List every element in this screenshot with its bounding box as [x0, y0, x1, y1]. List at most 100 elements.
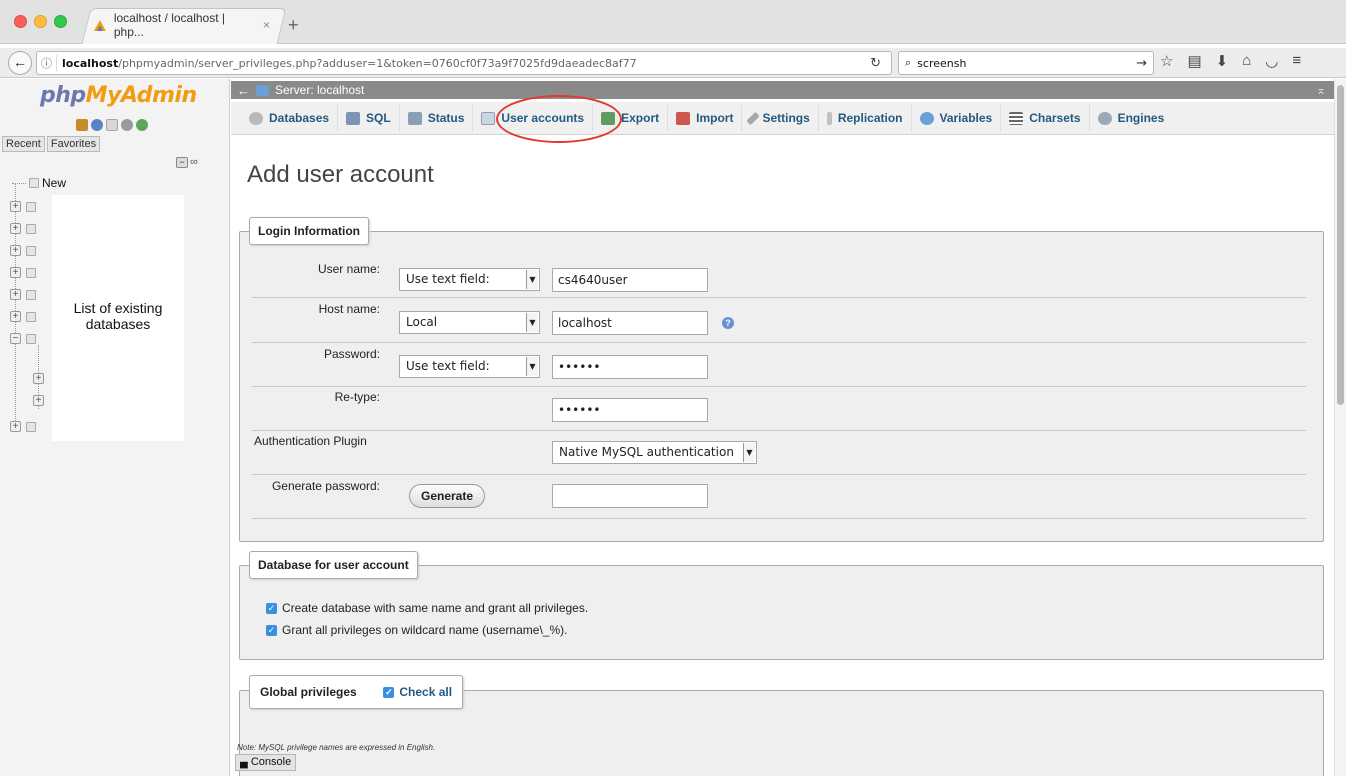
recent-tab[interactable]: Recent: [2, 136, 45, 152]
tab-engines[interactable]: Engines: [1090, 105, 1173, 131]
page-scrollbar[interactable]: [1334, 79, 1346, 776]
tab-sql[interactable]: SQL: [338, 105, 400, 131]
auth-plugin-row: Authentication Plugin Native MySQL authe…: [252, 431, 1306, 475]
reload-nav-icon[interactable]: [136, 119, 148, 131]
grant-wildcard-option[interactable]: ✓ Grant all privileges on wildcard name (…: [266, 623, 567, 637]
info-icon[interactable]: ⓘ: [37, 55, 57, 71]
database-legend: Database for user account: [249, 551, 418, 579]
tab-status[interactable]: Status: [400, 105, 474, 131]
chevron-down-icon: ▼: [526, 357, 538, 376]
favorites-tab[interactable]: Favorites: [46, 136, 101, 152]
database-fieldset: ✓ Create database with same name and gran…: [239, 565, 1324, 660]
expand-icon[interactable]: +: [33, 373, 44, 384]
search-go-icon[interactable]: →: [1136, 56, 1147, 71]
scroll-thumb[interactable]: [1337, 85, 1344, 405]
new-tab-button[interactable]: +: [288, 15, 299, 36]
expand-icon[interactable]: +: [10, 289, 21, 300]
server-label[interactable]: Server: localhost: [275, 83, 364, 97]
retype-input[interactable]: ••••••: [552, 398, 708, 422]
global-privileges-legend: Global privileges ✓ Check all: [249, 675, 464, 709]
tab-databases[interactable]: Databases: [241, 105, 339, 131]
expand-icon[interactable]: +: [10, 421, 21, 432]
browser-tab-content[interactable]: localhost / localhost | php... ×: [92, 11, 276, 39]
tab-close-icon[interactable]: ×: [263, 18, 270, 32]
expand-icon[interactable]: +: [10, 267, 21, 278]
username-row: User name: Use text field: ▼ cs4640user: [252, 254, 1306, 298]
chevron-down-icon: ▼: [526, 270, 538, 289]
database-icon: [26, 202, 36, 212]
scroll-top-icon[interactable]: ⌅: [1316, 83, 1326, 97]
database-icon: [26, 246, 36, 256]
tab-replication[interactable]: Replication: [819, 105, 912, 131]
tab-settings[interactable]: Settings: [742, 105, 819, 131]
top-menu: Databases SQL Status User accounts Expor…: [231, 102, 1334, 135]
home-icon[interactable]: ⌂: [1242, 52, 1251, 70]
expand-icon[interactable]: +: [10, 311, 21, 322]
console-icon: ▄: [240, 756, 248, 768]
password-mode-select[interactable]: Use text field: ▼: [399, 355, 540, 378]
main-panel: ← Server: localhost ⌅ Databases SQL Stat…: [231, 79, 1334, 776]
global-privileges-title: Global privileges: [260, 685, 357, 699]
username-mode-select[interactable]: Use text field: ▼: [399, 268, 540, 291]
search-icon: ⌕: [905, 56, 912, 69]
generate-button[interactable]: Generate: [409, 484, 485, 508]
tab-import[interactable]: Import: [668, 105, 743, 131]
close-window-button[interactable]: [14, 15, 27, 28]
expand-icon[interactable]: +: [33, 395, 44, 406]
auth-plugin-select[interactable]: Native MySQL authentication ▼: [552, 441, 757, 464]
charsets-icon: [1009, 111, 1024, 125]
tab-variables[interactable]: Variables: [912, 105, 1002, 131]
help-icon[interactable]: ?: [722, 317, 734, 329]
checkbox-checked-icon[interactable]: ✓: [383, 687, 395, 699]
hostname-label: Host name:: [318, 302, 380, 316]
auth-plugin-label: Authentication Plugin: [254, 434, 367, 448]
search-input[interactable]: ⌕ screensh →: [898, 51, 1154, 75]
database-list-annotation: List of existing databases: [73, 300, 163, 332]
collapse-all-icon[interactable]: −: [176, 156, 188, 168]
console-button[interactable]: ▄ Console: [235, 754, 297, 771]
login-information-fieldset: User name: Use text field: ▼ cs4640user H…: [239, 231, 1324, 542]
database-icon: [26, 268, 36, 278]
database-icon: [26, 422, 36, 432]
tab-charsets[interactable]: Charsets: [1001, 105, 1090, 131]
home-icon[interactable]: [76, 119, 88, 131]
new-database-icon: [29, 178, 39, 188]
docs-icon[interactable]: [106, 119, 118, 131]
logout-icon[interactable]: [91, 119, 103, 131]
replication-icon: [826, 111, 832, 125]
server-icon: [256, 84, 269, 96]
generated-password-input[interactable]: [552, 484, 708, 508]
bookmark-star-icon[interactable]: ☆: [1160, 52, 1173, 70]
minimize-window-button[interactable]: [34, 15, 47, 28]
expand-icon[interactable]: +: [10, 245, 21, 256]
checkbox-checked-icon[interactable]: ✓: [266, 625, 277, 637]
password-input[interactable]: ••••••: [552, 355, 708, 379]
download-icon[interactable]: ⬇: [1216, 52, 1229, 70]
zoom-window-button[interactable]: [54, 15, 67, 28]
back-arrow-icon[interactable]: ←: [8, 51, 32, 75]
checkbox-checked-icon[interactable]: ✓: [266, 603, 277, 615]
settings-gear-icon[interactable]: [121, 119, 133, 131]
link-with-main-icon[interactable]: ∞: [190, 156, 198, 168]
address-bar[interactable]: ⓘ localhost /phpmyadmin/server_privilege…: [36, 51, 892, 75]
new-database-item[interactable]: New: [12, 176, 66, 190]
nav-collapse-arrow-icon[interactable]: ←: [237, 83, 250, 98]
login-information-legend: Login Information: [249, 217, 369, 245]
pocket-icon[interactable]: ◡: [1265, 52, 1278, 70]
hostname-mode-select[interactable]: Local ▼: [399, 311, 540, 334]
generate-password-row: Generate password: Generate: [252, 475, 1306, 519]
chevron-down-icon: ▼: [743, 443, 755, 462]
reading-list-icon[interactable]: ▤: [1187, 52, 1201, 70]
create-database-option[interactable]: ✓ Create database with same name and gran…: [266, 601, 588, 615]
database-icon: [26, 334, 36, 344]
username-input[interactable]: cs4640user: [552, 268, 708, 292]
check-all-option[interactable]: ✓ Check all: [383, 685, 452, 699]
database-icon: [26, 290, 36, 300]
menu-icon[interactable]: ≡: [1292, 52, 1301, 70]
phpmyadmin-logo[interactable]: phpMyAdmin: [40, 83, 197, 108]
expand-icon[interactable]: +: [10, 223, 21, 234]
reload-icon[interactable]: ↻: [870, 56, 881, 71]
expand-icon[interactable]: +: [10, 201, 21, 212]
hostname-input[interactable]: localhost: [552, 311, 708, 335]
collapse-icon[interactable]: −: [10, 333, 21, 344]
